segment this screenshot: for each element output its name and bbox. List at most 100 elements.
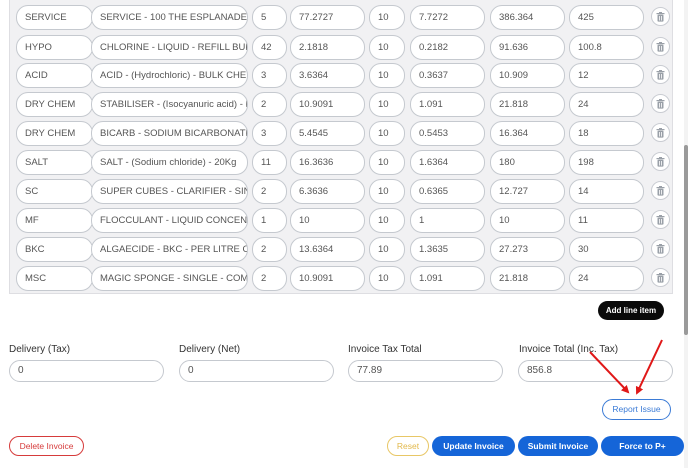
invoice-tax-total-field[interactable]: 77.89 [348, 360, 503, 382]
net-field[interactable]: 386.364 [490, 5, 565, 30]
qty-field[interactable]: 3 [252, 63, 287, 88]
description-field[interactable]: ACID - (Hydrochloric) - BULK CHEM|PA [91, 63, 248, 88]
code-field[interactable]: SERVICE [16, 5, 93, 30]
net-field[interactable]: 21.818 [490, 92, 565, 117]
total-field[interactable]: 14 [569, 179, 644, 204]
net-field[interactable]: 180 [490, 150, 565, 175]
total-field[interactable]: 12 [569, 63, 644, 88]
tax-field[interactable]: 1.3635 [410, 237, 485, 262]
delete-row-button[interactable] [651, 181, 670, 200]
update-invoice-button[interactable]: Update Invoice [432, 436, 515, 456]
tax-field[interactable]: 1.6364 [410, 150, 485, 175]
total-field[interactable]: 11 [569, 208, 644, 233]
qty-field[interactable]: 1 [252, 208, 287, 233]
unit-price-field[interactable]: 2.1818 [290, 35, 365, 60]
delete-row-button[interactable] [651, 7, 670, 26]
invoice-total-field[interactable]: 856.8 [518, 360, 673, 382]
delete-row-button[interactable] [651, 239, 670, 258]
tax-rate-field[interactable]: 10 [369, 5, 405, 30]
code-field[interactable]: HYPO [16, 35, 93, 60]
unit-price-field[interactable]: 6.3636 [290, 179, 365, 204]
code-field[interactable]: DRY CHEM [16, 121, 93, 146]
tax-field[interactable]: 0.3637 [410, 63, 485, 88]
reset-button[interactable]: Reset [387, 436, 429, 456]
tax-rate-field[interactable]: 10 [369, 121, 405, 146]
delete-row-button[interactable] [651, 37, 670, 56]
tax-rate-field[interactable]: 10 [369, 92, 405, 117]
tax-field[interactable]: 1 [410, 208, 485, 233]
qty-field[interactable]: 2 [252, 266, 287, 291]
unit-price-field[interactable]: 13.6364 [290, 237, 365, 262]
unit-price-field[interactable]: 16.3636 [290, 150, 365, 175]
description-field[interactable]: STABILISER - (Isocyanuric acid) - PER KG [91, 92, 248, 117]
delete-row-button[interactable] [651, 210, 670, 229]
code-field[interactable]: MF [16, 208, 93, 233]
submit-invoice-button[interactable]: Submit Invoice [518, 436, 598, 456]
force-to-p-button[interactable]: Force to P+ [601, 436, 684, 456]
delivery-net-field[interactable]: 0 [179, 360, 334, 382]
net-field[interactable]: 12.727 [490, 179, 565, 204]
tax-field[interactable]: 1.091 [410, 92, 485, 117]
tax-rate-field[interactable]: 10 [369, 179, 405, 204]
total-field[interactable]: 100.8 [569, 35, 644, 60]
delivery-tax-field[interactable]: 0 [9, 360, 164, 382]
description-field[interactable]: SALT - (Sodium chloride) - 20Kg [91, 150, 248, 175]
description-field[interactable]: MAGIC SPONGE - SINGLE - COMMERC [91, 266, 248, 291]
tax-rate-field[interactable]: 10 [369, 63, 405, 88]
description-field[interactable]: SUPER CUBES - CLARIFIER - SINGLE CU [91, 179, 248, 204]
scrollbar-thumb[interactable] [684, 145, 688, 335]
description-field[interactable]: BICARB - SODIUM BICARBONATE - PER [91, 121, 248, 146]
unit-price-field[interactable]: 10.9091 [290, 266, 365, 291]
code-field[interactable]: ACID [16, 63, 93, 88]
tax-field[interactable]: 0.6365 [410, 179, 485, 204]
tax-rate-field[interactable]: 10 [369, 237, 405, 262]
tax-rate-field[interactable]: 10 [369, 35, 405, 60]
tax-rate-field[interactable]: 10 [369, 208, 405, 233]
unit-price-field[interactable]: 77.2727 [290, 5, 365, 30]
net-field[interactable]: 91.636 [490, 35, 565, 60]
qty-field[interactable]: 11 [252, 150, 287, 175]
net-field[interactable]: 21.818 [490, 266, 565, 291]
unit-price-field[interactable]: 5.4545 [290, 121, 365, 146]
unit-price-field[interactable]: 10.9091 [290, 92, 365, 117]
code-field[interactable]: DRY CHEM [16, 92, 93, 117]
qty-field[interactable]: 2 [252, 92, 287, 117]
qty-field[interactable]: 2 [252, 179, 287, 204]
code-field[interactable]: BKC [16, 237, 93, 262]
code-field[interactable]: SALT [16, 150, 93, 175]
qty-field[interactable]: 3 [252, 121, 287, 146]
description-field[interactable]: ALGAECIDE - BKC - PER LITRE CHEM|PA [91, 237, 248, 262]
description-field[interactable]: SERVICE - 100 THE ESPLANADE- NOVC [91, 5, 248, 30]
qty-field[interactable]: 42 [252, 35, 287, 60]
add-line-item-button[interactable]: Add line item [598, 301, 664, 320]
delete-row-button[interactable] [651, 123, 670, 142]
total-field[interactable]: 24 [569, 266, 644, 291]
net-field[interactable]: 10.909 [490, 63, 565, 88]
tax-field[interactable]: 0.2182 [410, 35, 485, 60]
delete-row-button[interactable] [651, 152, 670, 171]
net-field[interactable]: 16.364 [490, 121, 565, 146]
unit-price-field[interactable]: 3.6364 [290, 63, 365, 88]
total-field[interactable]: 24 [569, 92, 644, 117]
code-field[interactable]: SC [16, 179, 93, 204]
tax-rate-field[interactable]: 10 [369, 150, 405, 175]
qty-field[interactable]: 2 [252, 237, 287, 262]
tax-field[interactable]: 0.5453 [410, 121, 485, 146]
delete-row-button[interactable] [651, 65, 670, 84]
total-field[interactable]: 30 [569, 237, 644, 262]
tax-rate-field[interactable]: 10 [369, 266, 405, 291]
unit-price-field[interactable]: 10 [290, 208, 365, 233]
delete-row-button[interactable] [651, 268, 670, 287]
total-field[interactable]: 18 [569, 121, 644, 146]
total-field[interactable]: 198 [569, 150, 644, 175]
qty-field[interactable]: 5 [252, 5, 287, 30]
code-field[interactable]: MSC [16, 266, 93, 291]
delete-row-button[interactable] [651, 94, 670, 113]
net-field[interactable]: 27.273 [490, 237, 565, 262]
report-issue-button[interactable]: Report Issue [602, 399, 671, 420]
tax-field[interactable]: 7.7272 [410, 5, 485, 30]
description-field[interactable]: CHLORINE - LIQUID - REFILL BULK CHI [91, 35, 248, 60]
description-field[interactable]: FLOCCULANT - LIQUID CONCENTRATE [91, 208, 248, 233]
total-field[interactable]: 425 [569, 5, 644, 30]
delete-invoice-button[interactable]: Delete Invoice [9, 436, 84, 456]
